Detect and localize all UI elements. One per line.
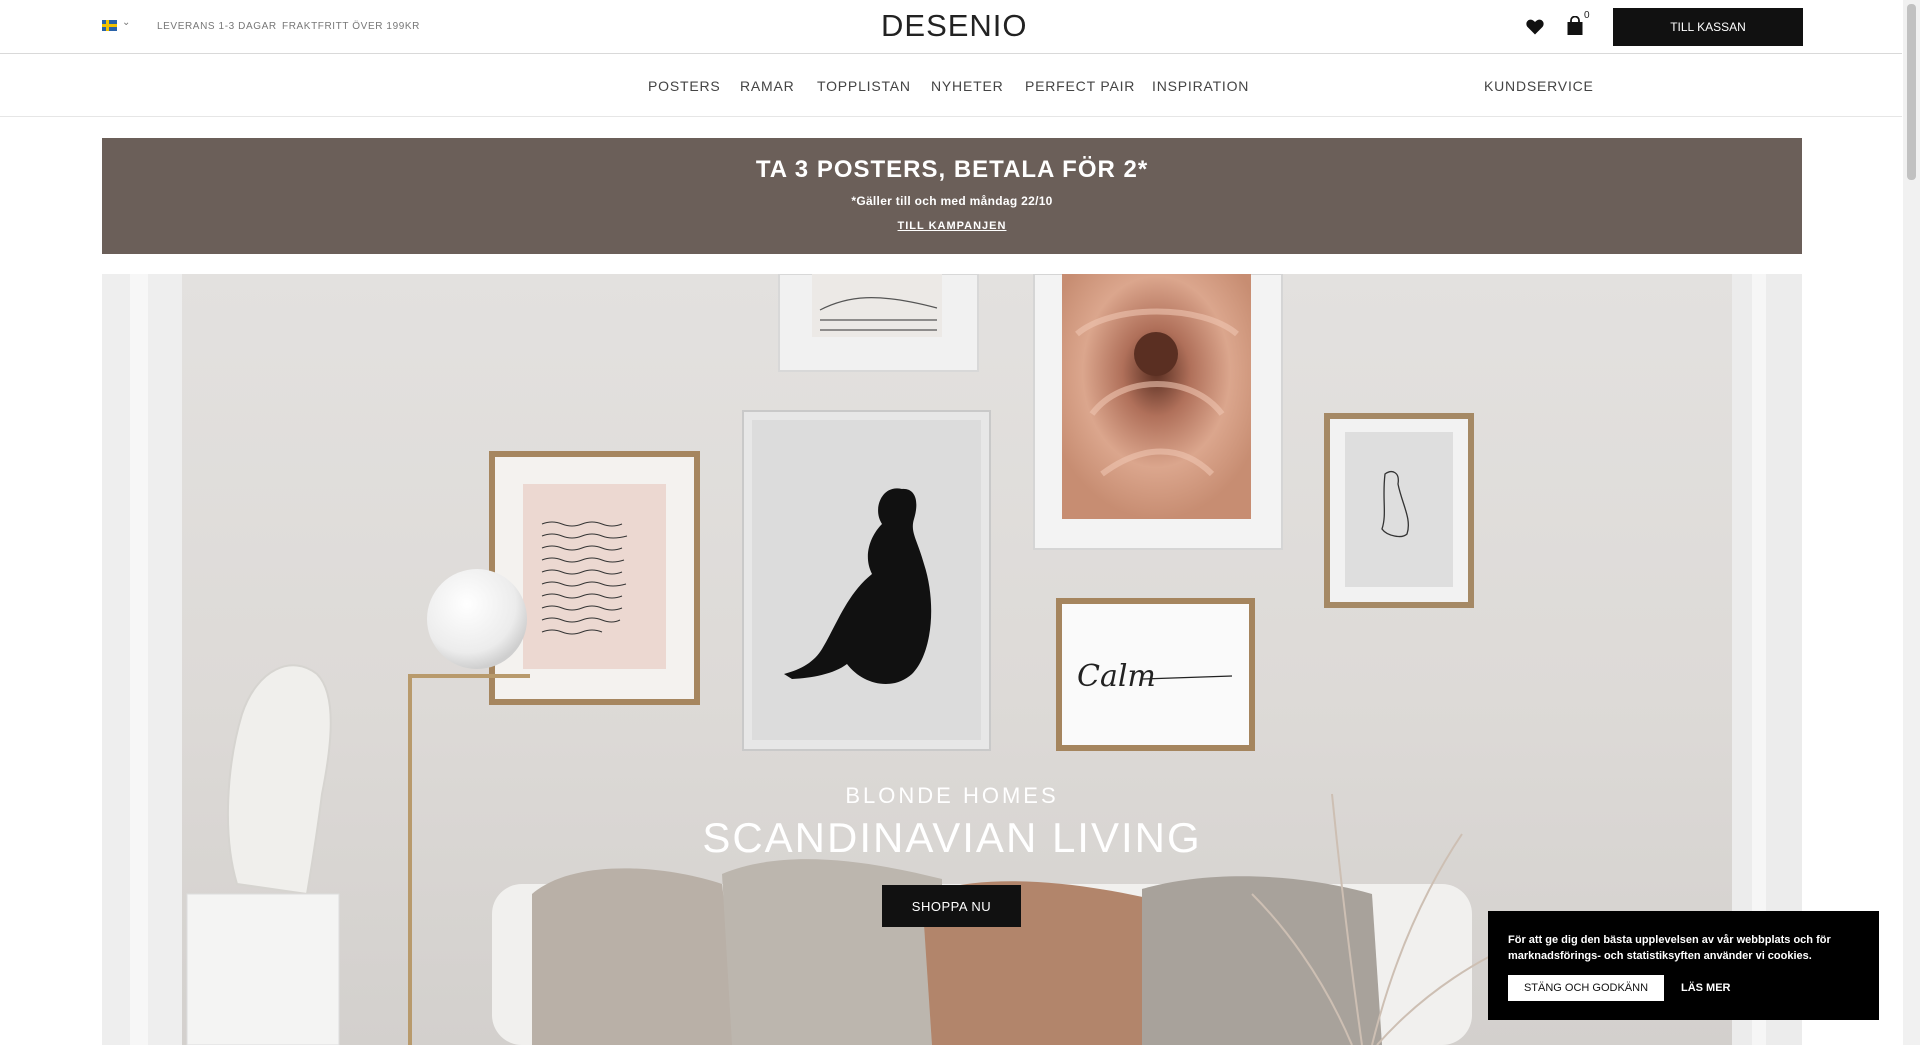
nav-item-ramar[interactable]: RAMAR (740, 78, 795, 94)
main-nav: POSTERS RAMAR TOPPLISTAN NYHETER PERFECT… (0, 55, 1902, 117)
cookie-text: För att ge dig den bästa upplevelsen av … (1508, 934, 1831, 962)
cookie-read-more-link[interactable]: LÄS MER (1681, 975, 1731, 1001)
poster-figure-sketch (1324, 413, 1474, 608)
promo-subtitle: *Gäller till och med måndag 22/10 (851, 194, 1053, 208)
poster-frame-lines (778, 274, 979, 372)
poster-flower (1033, 274, 1283, 550)
nav-item-posters[interactable]: POSTERS (648, 78, 721, 94)
sweden-flag-icon[interactable] (102, 20, 117, 31)
cookie-accept-button[interactable]: STÄNG OCH GODKÄNN (1508, 975, 1664, 1001)
usp-delivery: LEVERANS 1-3 DAGAR (157, 21, 277, 32)
shop-now-button[interactable]: SHOPPA NU (882, 885, 1021, 927)
nav-item-kundservice[interactable]: KUNDSERVICE (1484, 78, 1594, 94)
shopping-bag-icon[interactable] (1566, 16, 1584, 36)
promo-link[interactable]: TILL KAMPANJEN (102, 220, 1802, 232)
cart-count: 0 (1584, 10, 1590, 21)
promo-title: TA 3 POSTERS, BETALA FÖR 2* (755, 156, 1149, 183)
scrollbar-thumb[interactable] (1907, 4, 1916, 180)
nav-item-inspiration[interactable]: INSPIRATION (1152, 78, 1249, 94)
chevron-down-icon[interactable]: ⌄ (122, 17, 130, 28)
hero-eyebrow: BLONDE HOMES (845, 783, 1059, 808)
vertical-scrollbar[interactable] (1903, 0, 1920, 1045)
usp-free-shipping: FRAKTFRITT ÖVER 199KR (282, 21, 420, 32)
poster-sitting-woman (742, 410, 991, 751)
hero-title: SCANDINAVIAN LIVING (702, 814, 1202, 861)
poster-calm: Calm (1056, 598, 1255, 751)
heart-icon[interactable] (1525, 17, 1545, 37)
nav-item-nyheter[interactable]: NYHETER (931, 78, 1004, 94)
calm-script-text: Calm (1077, 659, 1156, 694)
page: ⌄ LEVERANS 1-3 DAGAR FRAKTFRITT ÖVER 199… (0, 0, 1920, 1045)
poster-handwriting (489, 451, 700, 705)
site-logo[interactable]: DESENIO (881, 8, 1027, 44)
promo-banner[interactable]: TA 3 POSTERS, BETALA FÖR 2* *Gäller till… (102, 138, 1802, 254)
nav-item-topplistan[interactable]: TOPPLISTAN (817, 78, 911, 94)
top-bar: ⌄ LEVERANS 1-3 DAGAR FRAKTFRITT ÖVER 199… (0, 0, 1902, 54)
cookie-banner: För att ge dig den bästa upplevelsen av … (1488, 911, 1879, 1020)
checkout-button[interactable]: TILL KASSAN (1613, 8, 1803, 46)
nav-item-perfect-pair[interactable]: PERFECT PAIR (1025, 78, 1135, 94)
